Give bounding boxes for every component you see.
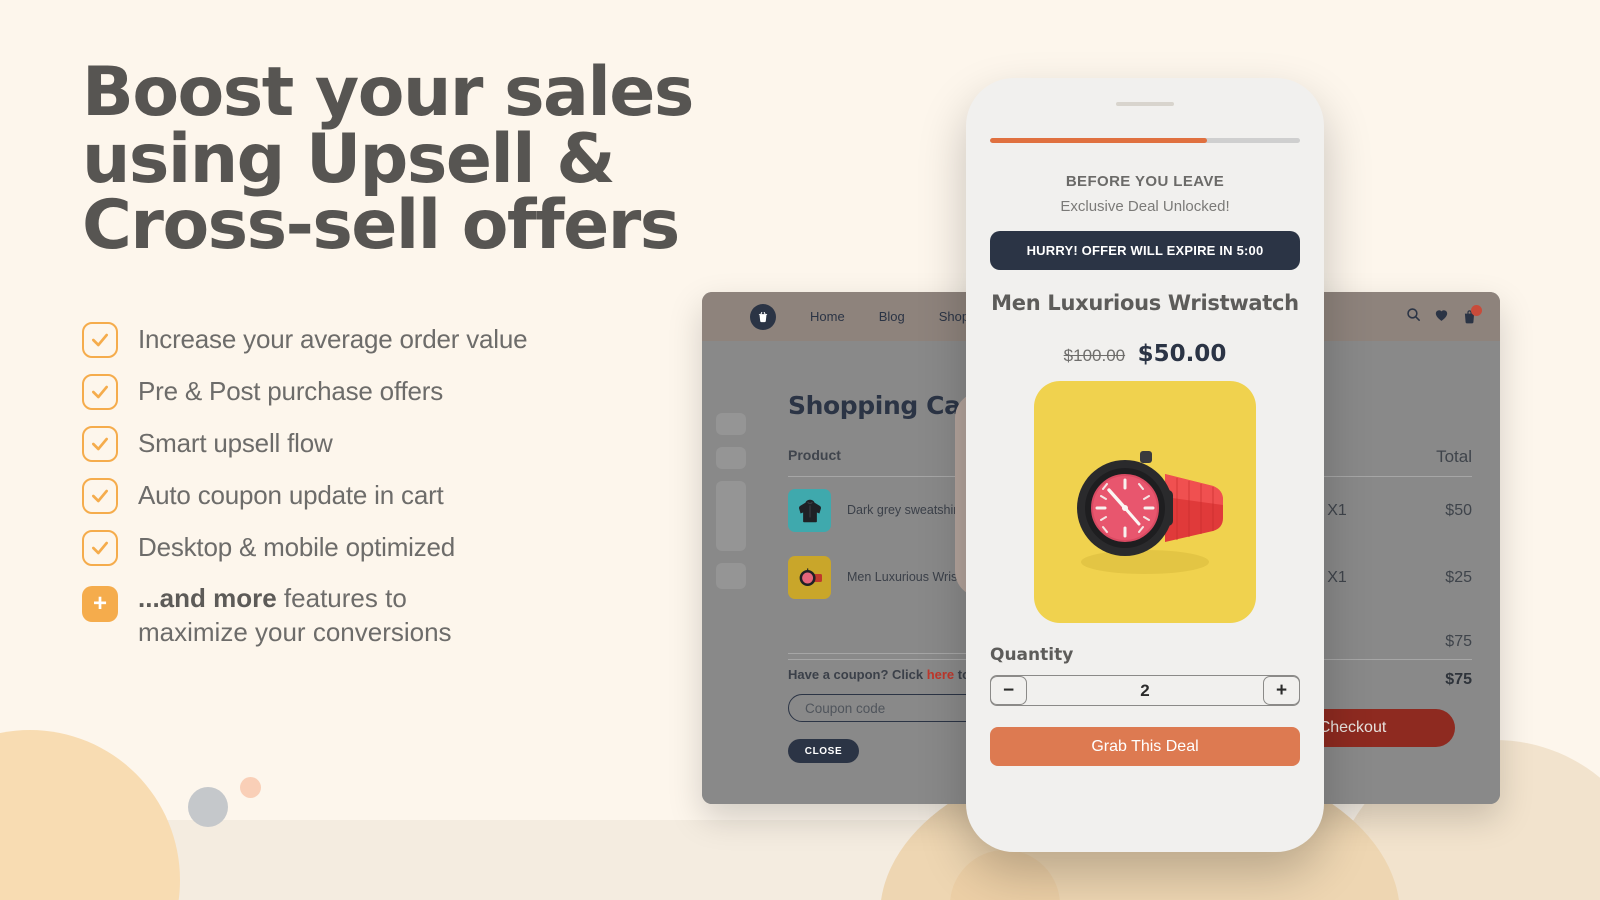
- heart-icon[interactable]: [1433, 306, 1450, 328]
- cart-subtotal-value: $75: [1445, 633, 1472, 650]
- feature-label: Smart upsell flow: [138, 428, 333, 459]
- popup-subtitle: Exclusive Deal Unlocked!: [1060, 198, 1230, 215]
- more-features-label: ...and more features to maximize your co…: [138, 582, 468, 650]
- check-icon: [82, 321, 118, 358]
- popup-eyebrow: BEFORE YOU LEAVE: [1065, 173, 1225, 190]
- feature-label: Desktop & mobile optimized: [138, 532, 456, 563]
- popup-product-image: [1034, 381, 1256, 623]
- cart-grandtotal-value: $75: [1445, 671, 1472, 688]
- nav-link-home[interactable]: Home: [810, 309, 845, 324]
- feature-item: Increase your average order value: [82, 321, 722, 358]
- phone-mockup: BEFORE YOU LEAVE Exclusive Deal Unlocked…: [966, 78, 1324, 852]
- quantity-increment-button[interactable]: +: [1263, 676, 1300, 705]
- more-features-item: + ...and more features to maximize your …: [82, 582, 722, 650]
- hoodie-icon: [788, 489, 831, 532]
- navbar-icons: [1405, 305, 1482, 328]
- feature-list: Increase your average order value Pre & …: [82, 321, 722, 650]
- search-icon[interactable]: [1405, 306, 1422, 328]
- cart-count-badge: [1471, 305, 1482, 316]
- decor-circle-orange: [0, 730, 180, 900]
- wristwatch-illustration-icon: [1077, 451, 1223, 574]
- product-total: $50: [1445, 501, 1472, 519]
- watch-icon: [788, 556, 831, 599]
- price-discounted: $50.00: [1137, 341, 1227, 367]
- headline-line-3: Cross-sell offers: [82, 186, 680, 266]
- headline-line-1: Boost your sales: [82, 53, 694, 132]
- check-icon: [82, 373, 118, 410]
- feature-label: Auto coupon update in cart: [138, 480, 444, 511]
- shopping-bag-icon[interactable]: [1461, 305, 1482, 325]
- feature-item: Smart upsell flow: [82, 425, 722, 462]
- nav-link-blog[interactable]: Blog: [879, 309, 905, 324]
- check-icon: [82, 529, 118, 566]
- quantity-decrement-button[interactable]: −: [990, 676, 1027, 705]
- page-title: Boost your sales using Upsell & Cross-se…: [82, 53, 722, 266]
- offer-progress-fill: [990, 138, 1207, 143]
- offer-timer-banner: HURRY! OFFER WILL EXPIRE IN 5:00: [990, 231, 1300, 270]
- product-total: $25: [1445, 568, 1472, 586]
- feature-item: Pre & Post purchase offers: [82, 373, 722, 410]
- grab-this-deal-button[interactable]: Grab This Deal: [990, 727, 1300, 766]
- nav-link-shop[interactable]: Shop: [939, 309, 969, 324]
- quantity-value[interactable]: 2: [1026, 681, 1264, 701]
- feature-label: Pre & Post purchase offers: [138, 376, 444, 407]
- phone-speaker-notch: [1116, 102, 1174, 106]
- coupon-here-link[interactable]: here: [927, 667, 954, 682]
- check-icon: [82, 477, 118, 514]
- shopping-basket-icon[interactable]: [750, 303, 776, 330]
- coupon-prompt-before: Have a coupon? Click: [788, 667, 927, 682]
- price-original: $100.00: [1063, 346, 1126, 365]
- feature-label: Increase your average order value: [138, 324, 528, 355]
- quantity-label: Quantity: [990, 645, 1074, 665]
- decor-circle-peach: [240, 777, 261, 798]
- quantity-stepper[interactable]: − 2 +: [990, 675, 1300, 706]
- headline-line-2: using Upsell &: [82, 119, 616, 199]
- popup-product-title: Men Luxurious Wristwatch: [991, 291, 1299, 315]
- feature-item: Desktop & mobile optimized: [82, 529, 722, 566]
- offer-progress-bar: [990, 138, 1300, 143]
- close-button[interactable]: CLOSE: [788, 739, 859, 763]
- hero-copy: Boost your sales using Upsell & Cross-se…: [82, 53, 722, 650]
- feature-item: Auto coupon update in cart: [82, 477, 722, 514]
- plus-icon: +: [82, 585, 118, 622]
- column-header-total: Total: [1436, 447, 1472, 466]
- popup-price-row: $100.00 $50.00: [990, 341, 1300, 367]
- more-features-bold: ...and more: [138, 582, 277, 613]
- decor-circle-gray: [188, 787, 228, 827]
- check-icon: [82, 425, 118, 462]
